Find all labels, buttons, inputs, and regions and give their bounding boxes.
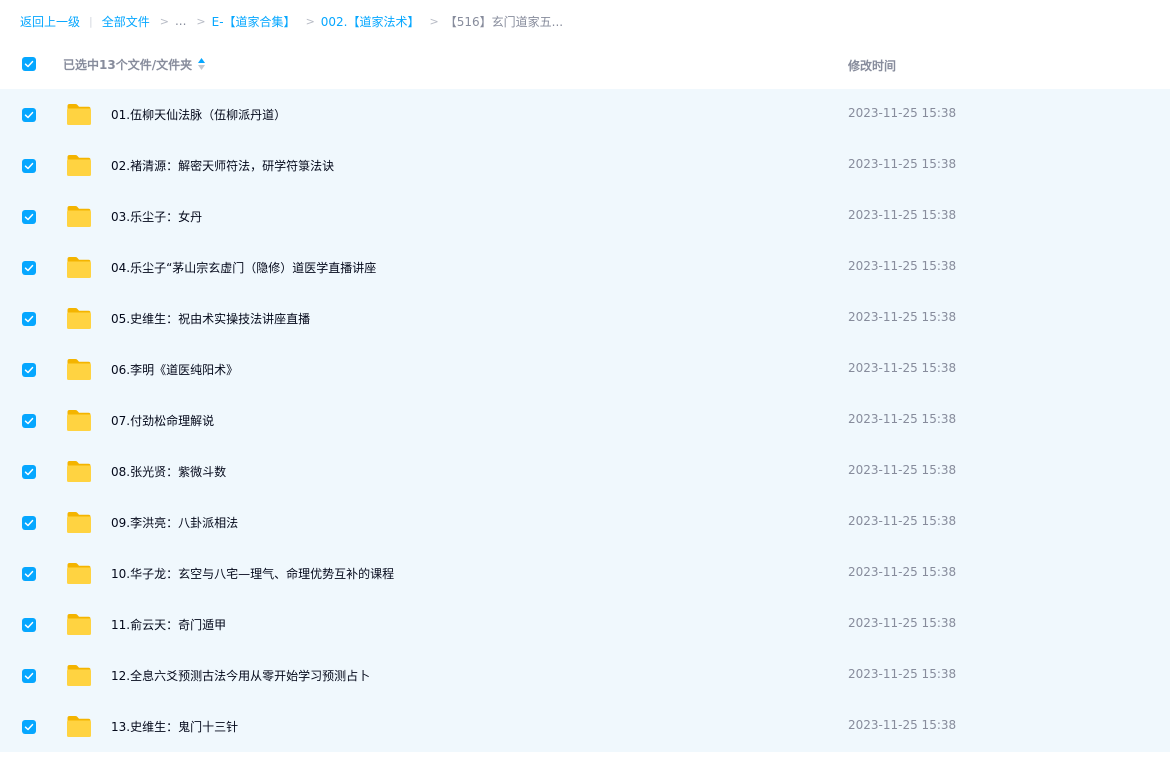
row-checkbox[interactable] <box>22 669 36 683</box>
chevron-right-icon: > <box>429 14 439 28</box>
modified-time: 2023-11-25 15:38 <box>848 157 957 171</box>
modified-time: 2023-11-25 15:38 <box>848 106 957 120</box>
modified-time: 2023-11-25 15:38 <box>848 514 957 528</box>
modified-time: 2023-11-25 15:38 <box>848 259 957 273</box>
folder-icon <box>67 155 91 176</box>
row-checkbox[interactable] <box>22 363 36 377</box>
file-name[interactable]: 01.伍柳天仙法脉（伍柳派丹道） <box>111 106 286 123</box>
file-row[interactable]: 11.俞云天：奇门遁甲 2023-11-25 15:38 <box>0 599 1170 650</box>
row-checkbox[interactable] <box>22 720 36 734</box>
folder-icon <box>67 614 91 635</box>
breadcrumb-level-2[interactable]: 002.【道家法术】 <box>321 13 420 30</box>
row-checkbox[interactable] <box>22 210 36 224</box>
sort-icon[interactable] <box>197 57 206 71</box>
modified-time: 2023-11-25 15:38 <box>848 463 957 477</box>
file-name[interactable]: 13.史维生：鬼门十三针 <box>111 718 238 735</box>
file-row[interactable]: 03.乐尘子：女丹 2023-11-25 15:38 <box>0 191 1170 242</box>
file-name[interactable]: 03.乐尘子：女丹 <box>111 208 202 225</box>
file-row[interactable]: 10.华子龙：玄空与八宅—理气、命理优势互补的课程 2023-11-25 15:3… <box>0 548 1170 599</box>
checkmark-icon <box>24 621 34 629</box>
file-row[interactable]: 12.全息六爻预测古法今用从零开始学习预测占卜 2023-11-25 15:38 <box>0 650 1170 701</box>
checkmark-icon <box>24 519 34 527</box>
modified-time: 2023-11-25 15:38 <box>848 616 957 630</box>
breadcrumb-divider: | <box>89 14 93 28</box>
checkmark-icon <box>24 111 34 119</box>
folder-icon <box>67 461 91 482</box>
modified-time: 2023-11-25 15:38 <box>848 412 957 426</box>
row-checkbox[interactable] <box>22 261 36 275</box>
row-checkbox[interactable] <box>22 159 36 173</box>
folder-icon <box>67 206 91 227</box>
file-list: 01.伍柳天仙法脉（伍柳派丹道） 2023-11-25 15:38 02.褚清源：解… <box>0 89 1170 752</box>
checkmark-icon <box>24 723 34 731</box>
modified-time: 2023-11-25 15:38 <box>848 310 957 324</box>
row-checkbox[interactable] <box>22 465 36 479</box>
modified-time-header[interactable]: 修改时间 <box>848 57 896 74</box>
breadcrumb-all-files[interactable]: 全部文件 <box>102 13 150 30</box>
file-name[interactable]: 10.华子龙：玄空与八宅—理气、命理优势互补的课程 <box>111 565 394 582</box>
file-name[interactable]: 08.张光贤：紫微斗数 <box>111 463 226 480</box>
folder-icon <box>67 665 91 686</box>
file-name[interactable]: 09.李洪亮：八卦派相法 <box>111 514 238 531</box>
row-checkbox[interactable] <box>22 108 36 122</box>
selection-count-label: 已选中13个文件/文件夹 <box>63 58 193 72</box>
modified-time: 2023-11-25 15:38 <box>848 361 957 375</box>
back-link[interactable]: 返回上一级 <box>20 13 80 30</box>
row-checkbox[interactable] <box>22 618 36 632</box>
checkmark-icon <box>24 162 34 170</box>
checkmark-icon <box>24 468 34 476</box>
checkmark-icon <box>24 417 34 425</box>
checkmark-icon <box>24 570 34 578</box>
checkmark-icon <box>24 213 34 221</box>
file-name[interactable]: 12.全息六爻预测古法今用从零开始学习预测占卜 <box>111 667 370 684</box>
file-name[interactable]: 07.付劲松命理解说 <box>111 412 214 429</box>
file-name[interactable]: 11.俞云天：奇门遁甲 <box>111 616 226 633</box>
file-list-header: 已选中13个文件/文件夹 修改时间 <box>0 44 1170 84</box>
folder-icon <box>67 512 91 533</box>
modified-time: 2023-11-25 15:38 <box>848 667 957 681</box>
file-name[interactable]: 06.李明《道医纯阳术》 <box>111 361 238 378</box>
modified-time: 2023-11-25 15:38 <box>848 565 957 579</box>
file-name[interactable]: 02.褚清源：解密天师符法，研学符箓法诀 <box>111 157 334 174</box>
breadcrumb-ellipsis[interactable]: ... <box>175 14 186 28</box>
checkmark-icon <box>24 60 34 68</box>
breadcrumb-current: 【516】玄门道家五... <box>444 14 564 29</box>
file-row[interactable]: 13.史维生：鬼门十三针 2023-11-25 15:38 <box>0 701 1170 752</box>
row-checkbox[interactable] <box>22 414 36 428</box>
checkmark-icon <box>24 366 34 374</box>
file-row[interactable]: 01.伍柳天仙法脉（伍柳派丹道） 2023-11-25 15:38 <box>0 89 1170 140</box>
file-row[interactable]: 04.乐尘子“茅山宗玄虚门（隐修）道医学直播讲座 2023-11-25 15:38 <box>0 242 1170 293</box>
file-name[interactable]: 05.史维生：祝由术实操技法讲座直播 <box>111 310 310 327</box>
file-name[interactable]: 04.乐尘子“茅山宗玄虚门（隐修）道医学直播讲座 <box>111 259 376 276</box>
breadcrumb: 返回上一级 | 全部文件 > ... > E-【道家合集】 > 002.【道家法… <box>20 12 563 30</box>
file-row[interactable]: 05.史维生：祝由术实操技法讲座直播 2023-11-25 15:38 <box>0 293 1170 344</box>
folder-icon <box>67 563 91 584</box>
folder-icon <box>67 716 91 737</box>
row-checkbox[interactable] <box>22 567 36 581</box>
file-row[interactable]: 08.张光贤：紫微斗数 2023-11-25 15:38 <box>0 446 1170 497</box>
checkmark-icon <box>24 264 34 272</box>
checkmark-icon <box>24 672 34 680</box>
modified-time: 2023-11-25 15:38 <box>848 208 957 222</box>
file-row[interactable]: 09.李洪亮：八卦派相法 2023-11-25 15:38 <box>0 497 1170 548</box>
file-row[interactable]: 06.李明《道医纯阳术》 2023-11-25 15:38 <box>0 344 1170 395</box>
select-all-checkbox[interactable] <box>22 57 36 71</box>
checkmark-icon <box>24 315 34 323</box>
file-row[interactable]: 02.褚清源：解密天师符法，研学符箓法诀 2023-11-25 15:38 <box>0 140 1170 191</box>
breadcrumb-level-1[interactable]: E-【道家合集】 <box>212 13 296 30</box>
modified-time: 2023-11-25 15:38 <box>848 718 957 732</box>
folder-icon <box>67 104 91 125</box>
folder-icon <box>67 359 91 380</box>
folder-icon <box>67 257 91 278</box>
row-checkbox[interactable] <box>22 516 36 530</box>
folder-icon <box>67 308 91 329</box>
chevron-right-icon: > <box>159 14 169 28</box>
file-row[interactable]: 07.付劲松命理解说 2023-11-25 15:38 <box>0 395 1170 446</box>
row-checkbox[interactable] <box>22 312 36 326</box>
folder-icon <box>67 410 91 431</box>
chevron-right-icon: > <box>196 14 206 28</box>
chevron-right-icon: > <box>305 14 315 28</box>
